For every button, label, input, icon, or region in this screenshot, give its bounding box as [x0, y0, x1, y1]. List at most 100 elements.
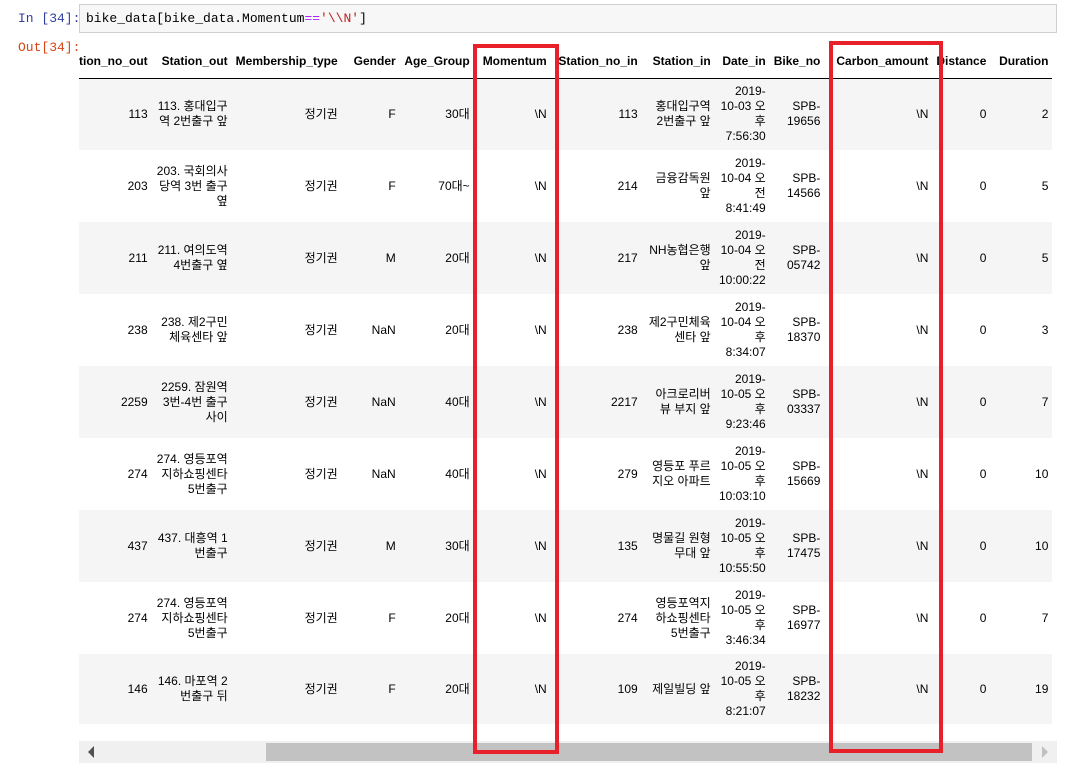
column-header: Station_no_in: [550, 44, 642, 79]
table-cell: 274: [79, 438, 152, 510]
table-cell: SPB-19656: [769, 78, 825, 150]
table-cell: 홍대입구역 2번출구 앞: [641, 78, 715, 150]
column-header: Station_in: [641, 44, 715, 79]
table-cell: 제일빌딩 앞: [641, 654, 715, 724]
scroll-right-arrow-icon[interactable]: [1042, 746, 1048, 758]
table-cell: 0: [932, 78, 991, 150]
table-cell: SPB-18370: [769, 294, 825, 366]
table-cell: NaN: [341, 294, 400, 366]
table-cell: F: [341, 582, 400, 654]
code-cell[interactable]: bike_data[bike_data.Momentum=='\\N']: [79, 4, 1057, 33]
column-header: Momentum: [473, 44, 551, 79]
table-cell: 3: [990, 294, 1053, 366]
table-cell: 113. 홍대입구역 2번출구 앞: [151, 78, 232, 150]
table-cell: 10: [990, 510, 1053, 582]
table-cell: 2259: [79, 366, 152, 438]
table-cell: \N: [824, 438, 933, 510]
table-cell: 274. 영등포역지하쇼핑센타 5번출구: [151, 582, 232, 654]
table-cell: 2019-10-05 오후 3:46:34: [714, 582, 770, 654]
code-string: '\\N': [320, 11, 360, 26]
table-cell: 2259. 잠원역 3번-4번 출구사이: [151, 366, 232, 438]
table-cell: M: [341, 222, 400, 294]
table-cell: 정기권: [231, 438, 342, 510]
column-header: Distance: [932, 44, 991, 79]
table-cell: 2019-10-05 오후 10:03:10: [714, 438, 770, 510]
table-cell: 5: [990, 222, 1053, 294]
table-cell: 0: [932, 654, 991, 724]
table-row: 274 274. 영등포역지하쇼핑센타 5번출구 정기권 NaN 40대 \N 279 영등포…: [79, 438, 1053, 510]
table-cell: 정기권: [231, 294, 342, 366]
table-cell: 0: [932, 366, 991, 438]
table-cell: 영등포역지하쇼핑센타 5번출구: [641, 582, 715, 654]
table-cell: \N: [824, 510, 933, 582]
table-cell: 274. 영등포역지하쇼핑센타 5번출구: [151, 438, 232, 510]
table-cell: 2019-10-04 오전 10:00:22: [714, 222, 770, 294]
table-cell: \N: [824, 222, 933, 294]
scroll-left-arrow-icon[interactable]: [88, 746, 94, 758]
table-cell: 명물길 원형무대 앞: [641, 510, 715, 582]
table-cell: F: [341, 654, 400, 724]
table-cell: 146: [79, 654, 152, 724]
table-cell: 437: [79, 510, 152, 582]
table-cell: SPB-14566: [769, 150, 825, 222]
table-cell: 40대: [399, 438, 474, 510]
table-cell: 0: [932, 510, 991, 582]
table-cell: \N: [473, 150, 551, 222]
table-cell: 113: [79, 78, 152, 150]
table-cell: NH농협은행 앞: [641, 222, 715, 294]
table-header-row: tion_no_out Station_out Membership_type Gen…: [79, 44, 1053, 79]
table-cell: \N: [473, 438, 551, 510]
scrollbar-thumb[interactable]: [266, 743, 1032, 761]
column-header: tion_no_out: [79, 44, 152, 79]
table-cell: SPB-15669: [769, 438, 825, 510]
table-cell: \N: [824, 366, 933, 438]
table-row: 146 146. 마포역 2번출구 뒤 정기권 F 20대 \N 109 제일빌딩 앞 2019…: [79, 654, 1053, 724]
table-cell: 20대: [399, 222, 474, 294]
table-cell: F: [341, 150, 400, 222]
table-cell: \N: [824, 150, 933, 222]
table-cell: 5: [990, 150, 1053, 222]
table-cell: 274: [79, 582, 152, 654]
table-cell: 279: [550, 438, 642, 510]
table-cell: SPB-05742: [769, 222, 825, 294]
table-cell: 20대: [399, 582, 474, 654]
table-cell: 2019-10-04 오후 8:34:07: [714, 294, 770, 366]
table-cell: SPB-18232: [769, 654, 825, 724]
table-cell: \N: [824, 654, 933, 724]
table-cell: 0: [932, 222, 991, 294]
table-cell: 정기권: [231, 222, 342, 294]
column-header: Duration: [990, 44, 1053, 79]
table-cell: 30대: [399, 510, 474, 582]
table-cell: 274: [550, 582, 642, 654]
table-cell: 아크로리버뷰 부지 앞: [641, 366, 715, 438]
table-row: 274 274. 영등포역지하쇼핑센타 5번출구 정기권 F 20대 \N 274 영등포역지…: [79, 582, 1053, 654]
table-cell: 정기권: [231, 654, 342, 724]
table-cell: \N: [473, 366, 551, 438]
input-prompt: In [34]:: [18, 11, 81, 26]
column-header: Bike_no: [769, 44, 825, 79]
dataframe-table: tion_no_out Station_out Membership_type Gen…: [79, 44, 1053, 724]
table-cell: 금융감독원 앞: [641, 150, 715, 222]
table-row: 203 203. 국회의사당역 3번 출구 옆 정기권 F 70대~ \N 214 금융감독원…: [79, 150, 1053, 222]
column-header: Gender: [341, 44, 400, 79]
table-cell: \N: [473, 510, 551, 582]
table-cell: M: [341, 510, 400, 582]
table-cell: 113: [550, 78, 642, 150]
table-cell: 20대: [399, 654, 474, 724]
table-cell: 214: [550, 150, 642, 222]
table-cell: \N: [473, 582, 551, 654]
column-header: Membership_type: [231, 44, 342, 79]
table-cell: \N: [473, 78, 551, 150]
table-cell: 20대: [399, 294, 474, 366]
table-cell: \N: [824, 294, 933, 366]
column-header: Date_in: [714, 44, 770, 79]
horizontal-scrollbar[interactable]: [79, 741, 1057, 763]
table-row: 437 437. 대흥역 1번출구 정기권 M 30대 \N 135 명물길 원형무대 앞 20…: [79, 510, 1053, 582]
table-cell: 2019-10-04 오전 8:41:49: [714, 150, 770, 222]
table-cell: 2217: [550, 366, 642, 438]
table-cell: 0: [932, 438, 991, 510]
table-row: 2259 2259. 잠원역 3번-4번 출구사이 정기권 NaN 40대 \N 2217 아…: [79, 366, 1053, 438]
table-cell: 146. 마포역 2번출구 뒤: [151, 654, 232, 724]
table-cell: \N: [473, 222, 551, 294]
table-cell: 238: [550, 294, 642, 366]
